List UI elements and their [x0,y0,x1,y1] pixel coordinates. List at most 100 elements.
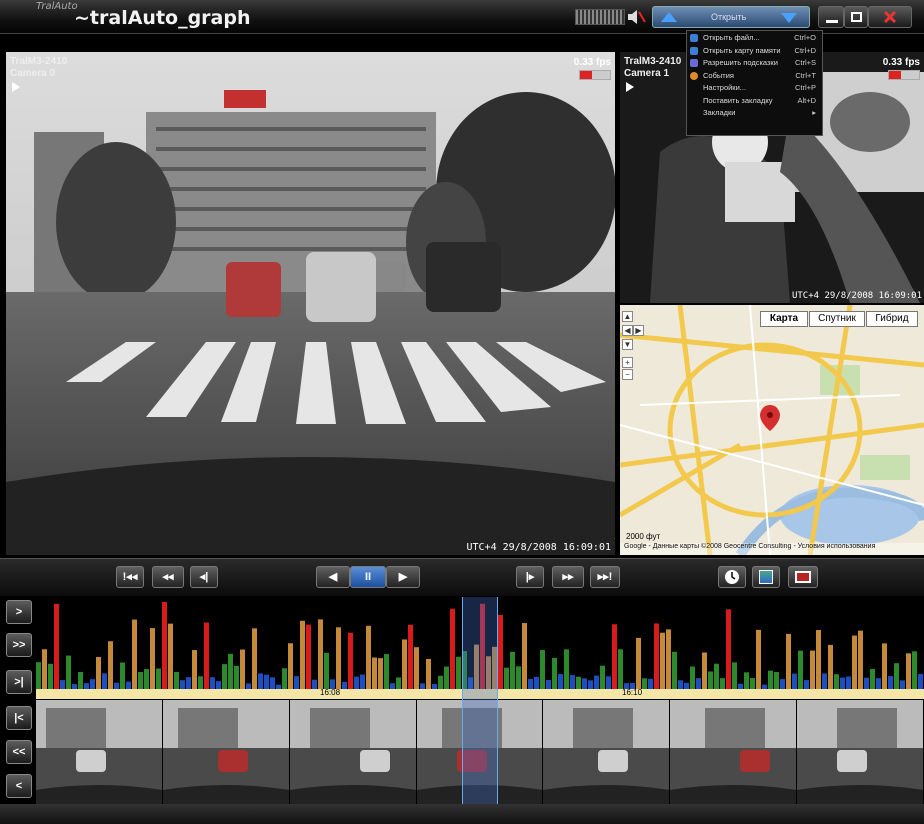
histogram-bar [318,619,323,689]
histogram-bar [456,656,461,689]
histogram-bar [828,644,833,689]
histogram-bar [120,662,125,689]
camera-1-fps: 0.33 fps [882,57,920,68]
mute-icon[interactable] [626,8,646,26]
prev-fast-button[interactable]: << [6,740,32,764]
minimize-icon [826,20,838,23]
video-thumbnail[interactable] [543,700,671,804]
histogram-bar [906,653,911,689]
histogram-bar [882,643,887,689]
histogram-bar [720,678,725,689]
play-reverse-button[interactable]: ◀ [316,566,350,588]
fast-forward-button[interactable]: ▸▸ [552,566,584,588]
fast-rewind-button[interactable]: ◂◂ [152,566,184,588]
camera-0-view[interactable]: TralM3-2410 Camera 0 0.33 fps UTC+4 29/8… [6,52,615,555]
pan-down-icon[interactable]: ▼ [622,339,633,350]
play-icon[interactable] [12,82,20,92]
zoom-out-icon[interactable]: − [622,369,633,380]
video-thumbnail[interactable] [162,700,290,804]
maximize-button[interactable] [844,6,868,28]
menu-item-open-card[interactable]: Открыть карту памяти Ctrl+D [687,45,822,57]
step-back-button[interactable]: ◂| [190,566,218,588]
histogram-bar [78,671,83,689]
volume-grip[interactable] [575,9,625,25]
histogram-bar [198,676,203,689]
open-menu-button[interactable]: Открыть [652,6,810,28]
play-button[interactable]: ▶ [386,566,420,588]
arrow-up-icon[interactable] [661,12,677,22]
zoom-in-icon[interactable]: + [622,357,633,368]
histogram-bar [786,633,791,689]
menu-item-bookmarks[interactable]: Закладки ▸ [687,107,822,119]
histogram-bar [36,662,41,689]
first-button[interactable]: |< [6,706,32,730]
camera-1-record-indicator [888,70,920,80]
menu-item-settings[interactable]: Настройки... Ctrl+P [687,82,822,94]
title-bar: TralAuto ~tralAuto_graph Открыть [0,0,924,34]
video-thumbnail[interactable] [36,700,163,804]
histogram-bar [324,652,329,689]
clock-button[interactable] [718,566,746,588]
histogram-bar [438,675,443,689]
menu-item-open-file[interactable]: Открыть файл... Ctrl+O [687,32,822,44]
histogram-bar [648,678,653,689]
next-fast-button[interactable]: >> [6,633,32,657]
pan-left-icon[interactable]: ◀ [622,325,633,336]
menu-item-add-bookmark[interactable]: Поставить закладку Alt+D [687,95,822,107]
pan-right-icon[interactable]: ▶ [633,325,644,336]
map-scale: 2000 фут [626,532,661,541]
last-button[interactable]: >| [6,670,32,694]
jump-end-button[interactable]: ▸▸! [590,566,620,588]
histogram-bar [108,641,113,689]
next-button[interactable]: > [6,600,32,624]
histogram-bar [702,652,707,689]
histogram-bar [876,678,881,689]
camera-0-fps: 0.33 fps [573,57,611,68]
pan-up-icon[interactable]: ▲ [622,311,633,322]
step-forward-button[interactable]: |▸ [516,566,544,588]
menu-item-events[interactable]: События Ctrl+T [687,70,822,82]
pause-button[interactable]: II [350,566,386,588]
histogram-bar [564,649,569,689]
map-tab-map[interactable]: Карта [760,311,808,327]
minimize-button[interactable] [818,6,844,28]
playhead-selection[interactable] [462,597,498,804]
video-thumbnail[interactable] [670,700,798,804]
histogram-bar [594,675,599,689]
timeline-label: 16:10 [622,688,643,697]
histogram-bar [552,657,557,689]
app-title: ~tralAuto_graph [74,7,251,29]
histogram-bar [732,662,737,689]
camera-0-name: Camera 0 [10,68,56,79]
video-thumbnail[interactable] [289,700,417,804]
histogram-bar [894,663,899,689]
clock-icon [725,570,739,584]
arrow-down-icon[interactable] [781,13,797,23]
menu-item-hints[interactable]: Разрешить подсказки Ctrl+S [687,57,822,69]
histogram-bar [840,677,845,689]
camera-1-name: Camera 1 [624,68,670,79]
histogram-bar [636,637,641,689]
jump-start-button[interactable]: !◂◂ [116,566,144,588]
camera-0-timestamp: UTC+4 29/8/2008 16:09:01 [466,542,612,553]
histogram-bar [48,663,53,689]
histogram-bar [852,635,857,689]
map-tab-satellite[interactable]: Спутник [809,311,865,327]
map-tab-hybrid[interactable]: Гибрид [866,311,918,327]
close-icon [883,10,897,24]
histogram-bar [156,668,161,689]
histogram-bar [228,653,233,689]
histogram-bar [132,619,137,689]
histogram-bar [186,677,191,689]
close-button[interactable] [868,6,912,28]
snapshot-button[interactable] [752,566,780,588]
histogram-bar [252,628,257,689]
prev-button[interactable]: < [6,774,32,798]
histogram-bar [336,627,341,689]
histogram-bar [444,666,449,689]
map-panel[interactable]: Карта Спутник Гибрид ▲ ◀ ▶ ▼ + − 2000 фу… [620,305,924,555]
video-thumbnail[interactable] [797,700,924,804]
play-icon[interactable] [626,82,634,92]
app-logo: TralAuto [36,1,78,12]
film-button[interactable] [788,566,818,588]
